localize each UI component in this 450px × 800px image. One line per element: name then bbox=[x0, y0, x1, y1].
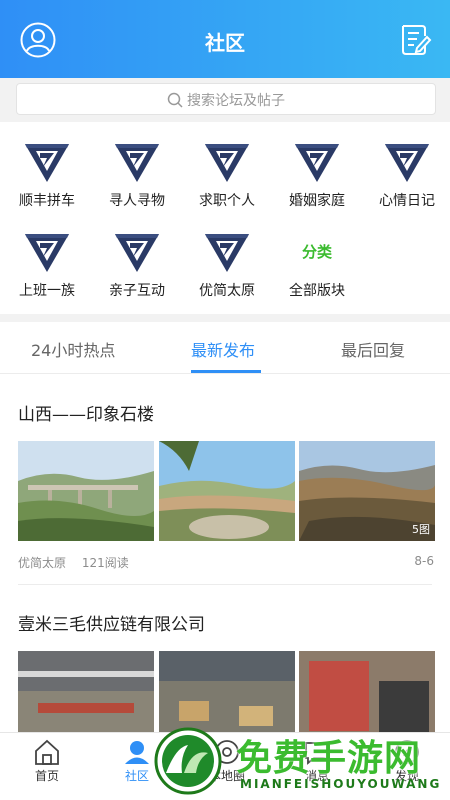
post-image-1[interactable] bbox=[18, 441, 154, 541]
tab-latest[interactable]: 最新发布 bbox=[191, 337, 255, 361]
post-images: 5图 bbox=[18, 441, 436, 541]
category-all-forums[interactable]: 分类 全部版块 bbox=[272, 224, 362, 300]
watermark-overlay: 免费手游网 MIANFEISHOUYOUWANG bbox=[150, 723, 450, 800]
new-post-button[interactable] bbox=[398, 22, 432, 58]
svg-text:分类: 分类 bbox=[302, 243, 333, 261]
category-shunfeng-carpool[interactable]: 顺丰拼车 bbox=[2, 134, 92, 210]
post-separator bbox=[18, 584, 432, 585]
search-icon bbox=[167, 92, 183, 108]
post-title: 壹米三毛供应链有限公司 bbox=[18, 615, 205, 635]
watermark-subtext: MIANFEISHOUYOUWANG bbox=[240, 777, 442, 791]
forum-logo-icon bbox=[205, 234, 249, 272]
active-tab-indicator bbox=[191, 370, 261, 373]
community-icon bbox=[125, 741, 149, 764]
post-tabs: 24小时热点 最新发布 最后回复 bbox=[0, 322, 450, 374]
post-image-2[interactable] bbox=[159, 441, 295, 541]
forum-logo-icon bbox=[115, 144, 159, 182]
post-item[interactable]: 山西——印象石楼 5图 优简太原 121阅读 8-6 bbox=[18, 400, 436, 574]
section-divider bbox=[0, 314, 450, 322]
category-marriage-family[interactable]: 婚姻家庭 bbox=[272, 134, 362, 210]
category-job-seeking[interactable]: 求职个人 bbox=[182, 134, 272, 210]
nav-home[interactable]: 首页 bbox=[2, 737, 92, 784]
post-image-3[interactable]: 5图 bbox=[299, 441, 435, 541]
forum-logo-icon bbox=[385, 144, 429, 182]
forum-logo-icon bbox=[295, 144, 339, 182]
watermark-logo-icon bbox=[154, 727, 222, 795]
watermark-text: 免费手游网 bbox=[236, 738, 422, 779]
forum-category-grid: 顺丰拼车 寻人寻物 求职个人 婚姻家庭 心情日记 上班一族 亲子互动 优简太原 … bbox=[0, 124, 450, 314]
category-office-workers[interactable]: 上班一族 bbox=[2, 224, 92, 300]
search-bar-container: 搜索论坛及帖子 bbox=[0, 78, 450, 122]
category-mood-diary[interactable]: 心情日记 bbox=[362, 134, 450, 210]
home-icon bbox=[35, 739, 59, 765]
post-title: 山西——印象石楼 bbox=[18, 405, 154, 425]
post-date: 8-6 bbox=[414, 554, 434, 568]
search-placeholder: 搜索论坛及帖子 bbox=[187, 93, 285, 109]
category-youjian-taiyuan[interactable]: 优简太原 bbox=[182, 224, 272, 300]
tab-last-reply[interactable]: 最后回复 bbox=[341, 337, 405, 361]
forum-logo-icon bbox=[205, 144, 249, 182]
app-header: 社区 bbox=[0, 0, 450, 78]
category-parent-child[interactable]: 亲子互动 bbox=[92, 224, 182, 300]
search-input[interactable]: 搜索论坛及帖子 bbox=[16, 83, 436, 115]
post-meta: 优简太原 121阅读 8-6 bbox=[18, 554, 436, 574]
category-lost-found[interactable]: 寻人寻物 bbox=[92, 134, 182, 210]
category-green-icon: 分类 bbox=[299, 232, 335, 268]
page-title: 社区 bbox=[205, 31, 245, 55]
post-forum: 优简太原 bbox=[18, 556, 67, 570]
forum-logo-icon bbox=[25, 234, 69, 272]
tab-24h-hot[interactable]: 24小时热点 bbox=[31, 337, 115, 361]
image-count-badge: 5图 bbox=[412, 523, 430, 536]
forum-logo-icon bbox=[115, 234, 159, 272]
forum-logo-icon bbox=[25, 144, 69, 182]
post-reads: 121阅读 bbox=[81, 556, 129, 570]
edit-post-icon bbox=[402, 25, 432, 55]
